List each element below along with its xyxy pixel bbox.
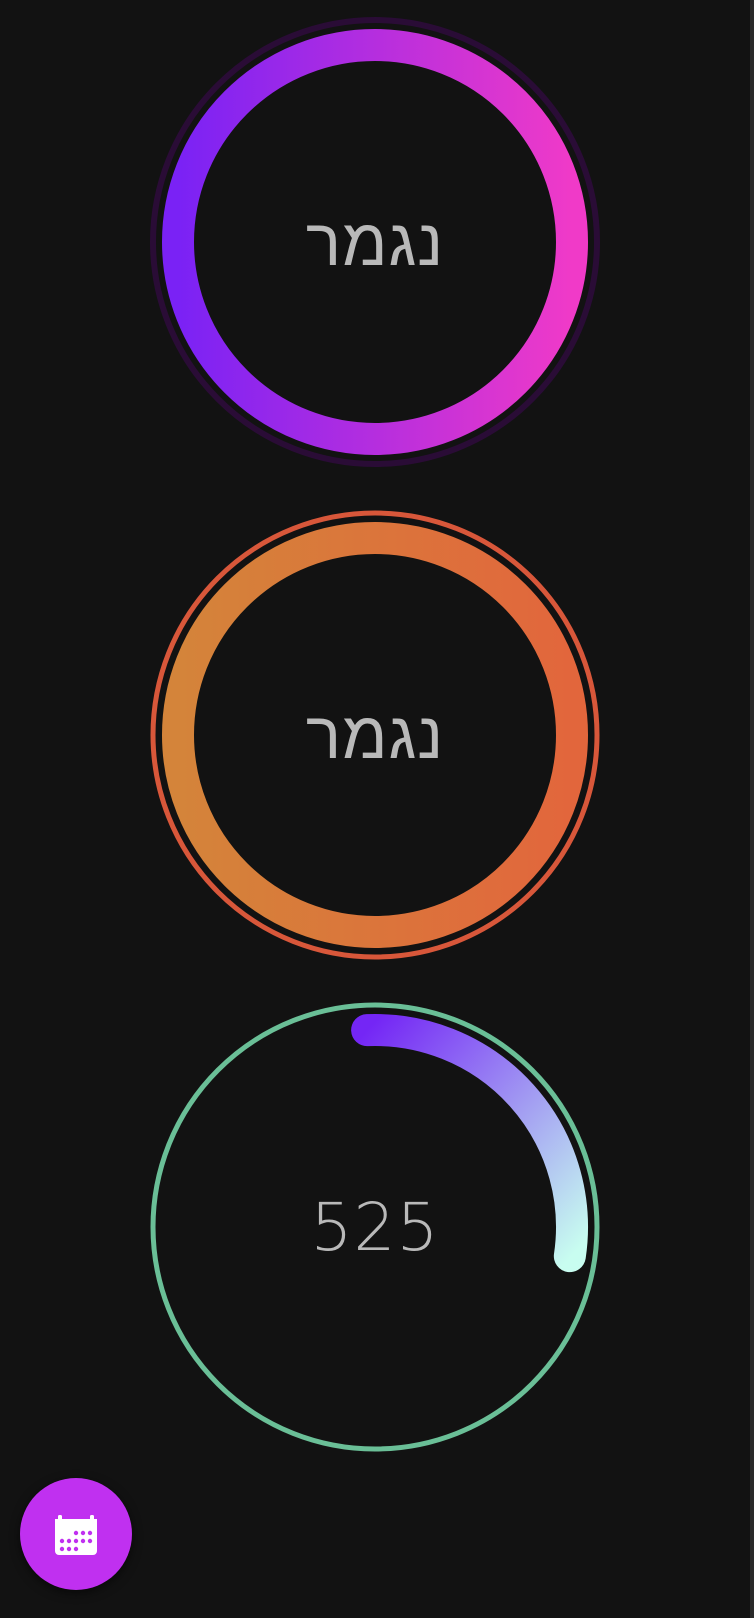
countdown-ring-3[interactable]: 525: [150, 1002, 600, 1452]
calendar-icon: [55, 1515, 97, 1555]
countdown-ring-1[interactable]: נגמר: [150, 17, 600, 467]
ring-1-label: נגמר: [305, 203, 445, 281]
ring-2-label: נגמר: [305, 696, 445, 774]
countdown-ring-2[interactable]: נגמר: [150, 510, 600, 960]
ring-3-label: 525: [310, 1188, 440, 1266]
calendar-button[interactable]: [20, 1478, 132, 1590]
scrollbar-edge: [750, 0, 754, 1618]
